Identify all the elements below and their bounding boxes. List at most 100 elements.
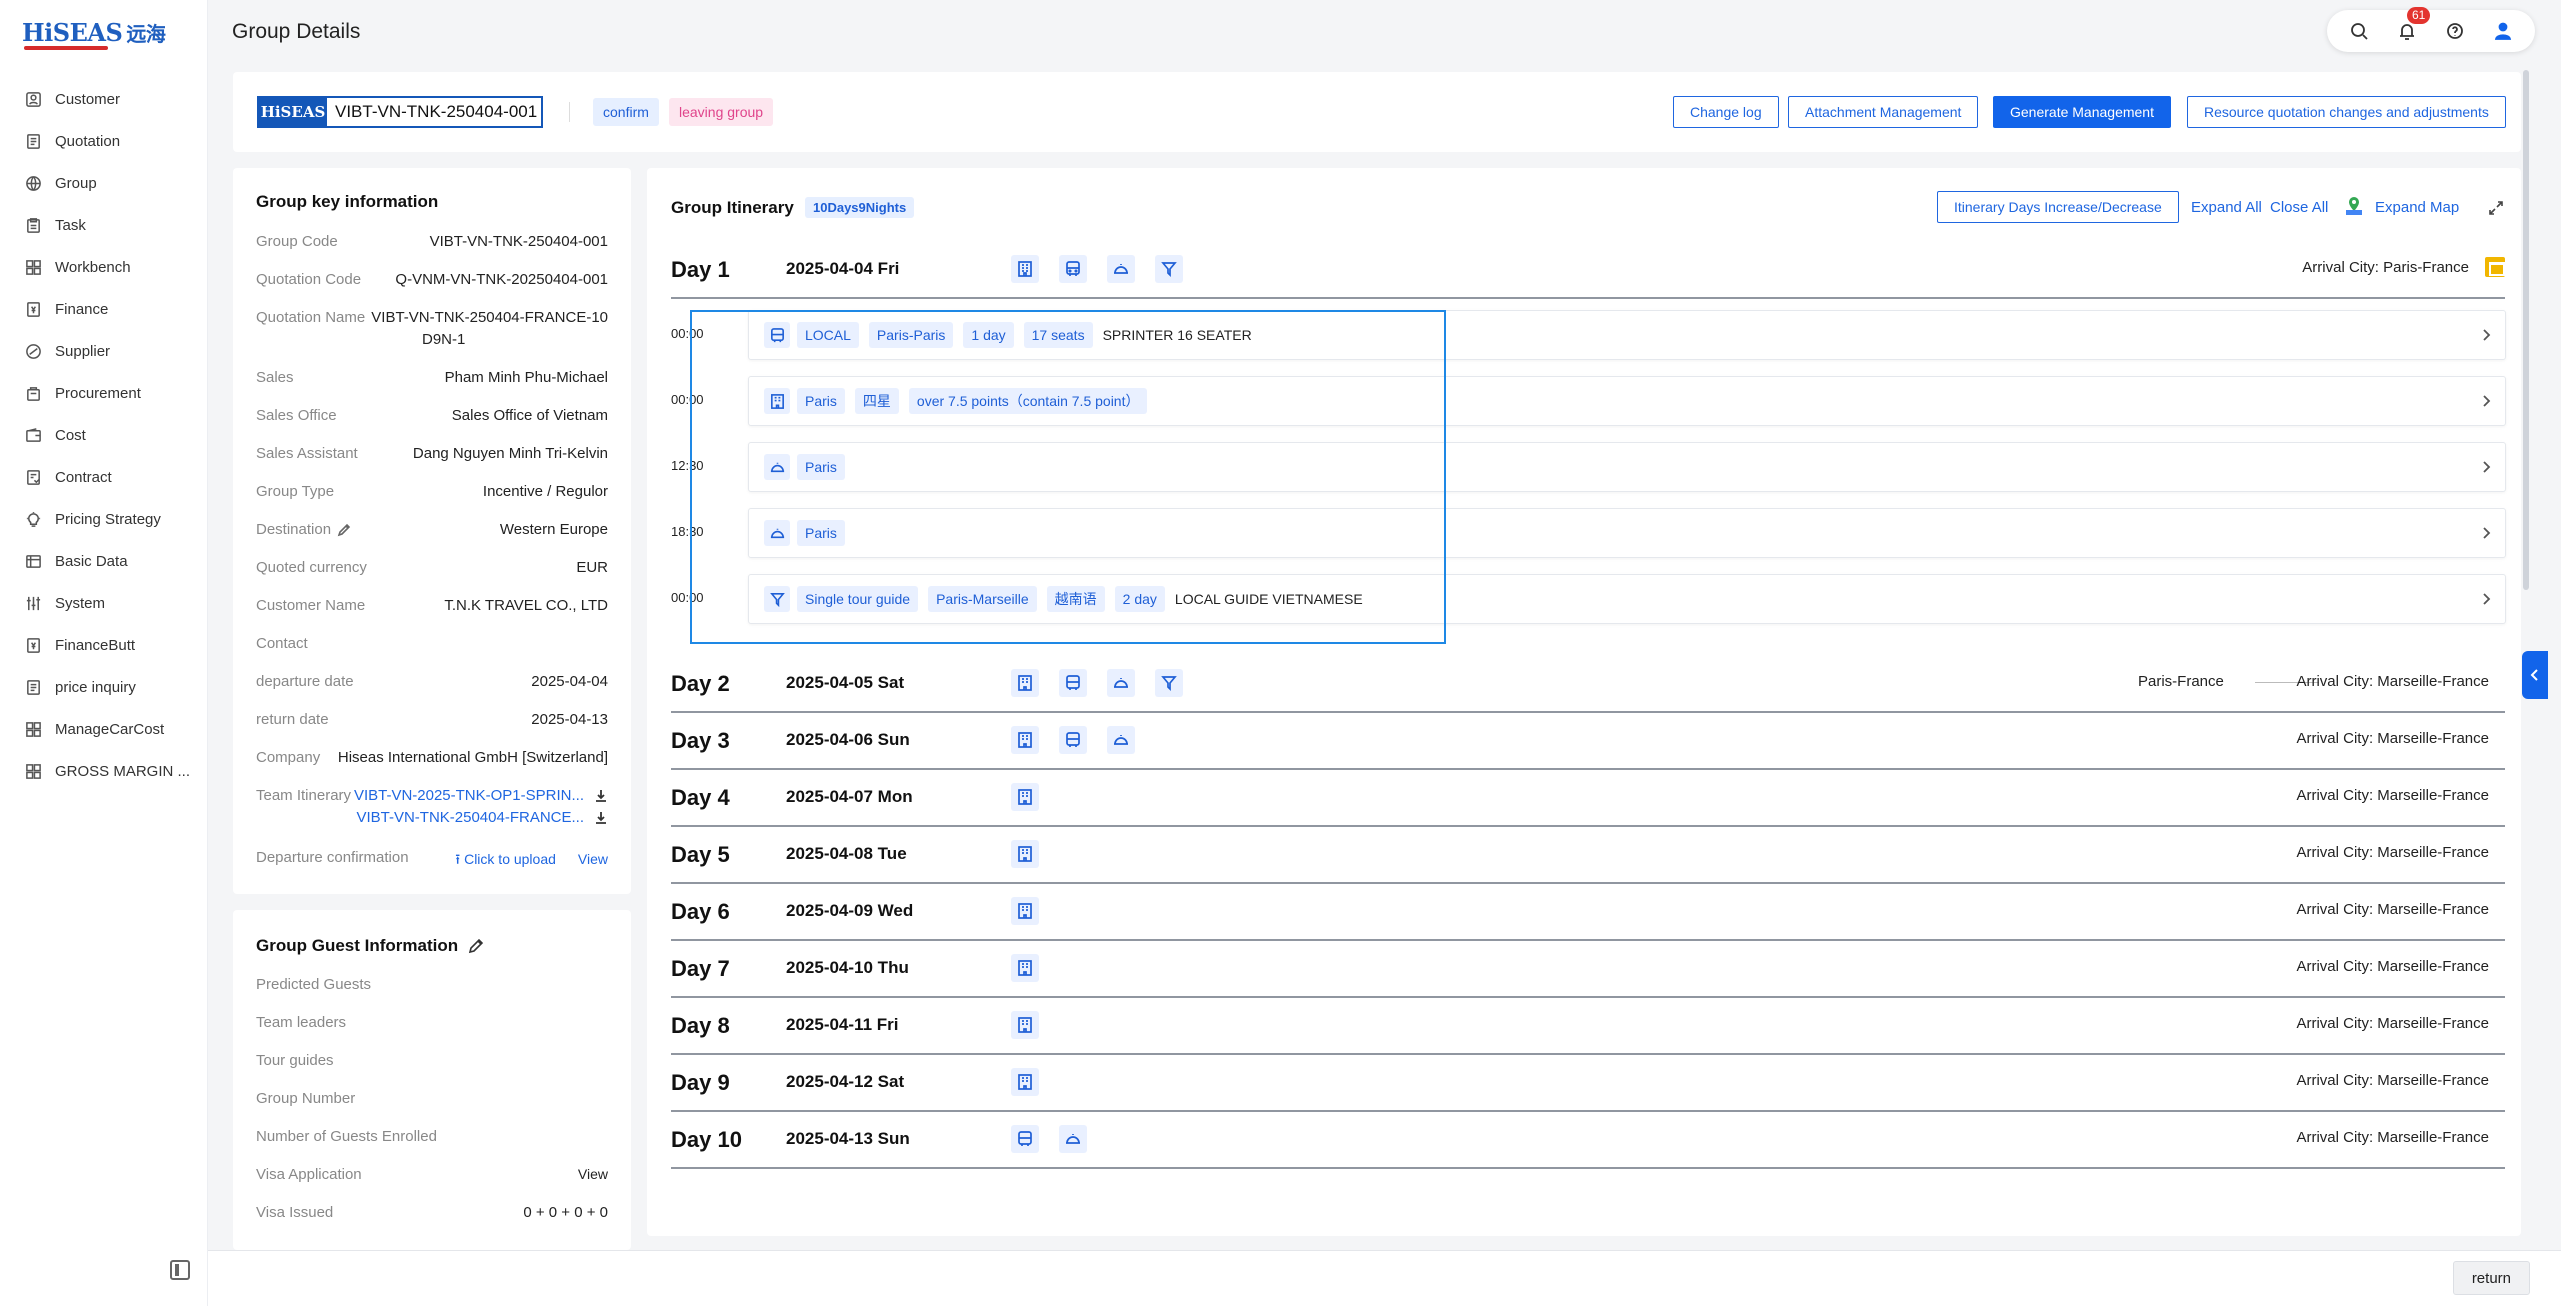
- bus-icon[interactable]: [1011, 1125, 1039, 1153]
- day-row[interactable]: Day 6 2025-04-09 Wed Arrival City: Marse…: [671, 885, 2505, 941]
- hotel-icon: [764, 388, 790, 414]
- map-icon[interactable]: [2344, 196, 2364, 216]
- hotel-icon[interactable]: [1011, 1011, 1039, 1039]
- fullscreen-icon[interactable]: [2488, 200, 2504, 216]
- service-icons: [1011, 954, 1059, 982]
- day-row[interactable]: Day 1 2025-04-04 Fri Arrival City: Paris…: [671, 243, 2505, 299]
- value: 2025-04-04: [531, 673, 608, 690]
- service-card-meal[interactable]: Paris: [748, 508, 2506, 558]
- user-avatar-icon[interactable]: [2491, 19, 2515, 43]
- value: Hiseas International GmbH [Switzerland]: [337, 749, 608, 766]
- sidebar-item-gross-margin[interactable]: GROSS MARGIN ...: [0, 750, 208, 792]
- sidebar-item-system[interactable]: System: [0, 582, 208, 624]
- attachment-management-button[interactable]: Attachment Management: [1788, 96, 1979, 128]
- sidebar-item-contract[interactable]: Contract: [0, 456, 208, 498]
- sidebar-item-managecarcost[interactable]: ManageCarCost: [0, 708, 208, 750]
- bus-icon[interactable]: [1059, 726, 1087, 754]
- chevron-right-icon[interactable]: [2477, 590, 2495, 608]
- bus-icon: [764, 322, 790, 348]
- sidebar-item-finance[interactable]: Finance: [0, 288, 208, 330]
- sidebar-item-customer[interactable]: Customer: [0, 78, 208, 120]
- meal-icon[interactable]: [1107, 726, 1135, 754]
- download-icon[interactable]: [594, 789, 608, 803]
- side-panel-toggle[interactable]: [2522, 651, 2548, 699]
- hotel-icon[interactable]: [1011, 954, 1039, 982]
- day-row[interactable]: Day 5 2025-04-08 Tue Arrival City: Marse…: [671, 828, 2505, 884]
- chevron-right-icon[interactable]: [2477, 326, 2495, 344]
- hotel-icon[interactable]: [1011, 669, 1039, 697]
- edit-icon[interactable]: [337, 523, 351, 537]
- help-icon[interactable]: [2443, 19, 2467, 43]
- sidebar-collapse-icon[interactable]: [170, 1260, 190, 1280]
- label: Company: [256, 749, 321, 766]
- sidebar-item-task[interactable]: Task: [0, 204, 208, 246]
- guide-flag-icon[interactable]: [1155, 255, 1183, 283]
- bus-icon[interactable]: [1059, 255, 1087, 283]
- hotel-icon[interactable]: [1011, 255, 1039, 283]
- change-log-button[interactable]: Change log: [1673, 96, 1779, 128]
- service-icons: [1011, 1068, 1059, 1096]
- sidebar-item-pricing-strategy[interactable]: Pricing Strategy: [0, 498, 208, 540]
- sidebar-item-cost[interactable]: Cost: [0, 414, 208, 456]
- hotel-icon[interactable]: [1011, 1068, 1039, 1096]
- arrival-city: Arrival City: Marseille-France: [2296, 787, 2489, 804]
- close-all-link[interactable]: Close All: [2270, 199, 2328, 216]
- app-logo[interactable]: HiSEAS 远海: [22, 12, 166, 52]
- label: Customer Name: [256, 597, 366, 614]
- sidebar-item-group[interactable]: Group: [0, 162, 208, 204]
- service-card-hotel[interactable]: Paris 四星 over 7.5 points（contain 7.5 point…: [748, 376, 2506, 426]
- service-card-meal[interactable]: Paris: [748, 442, 2506, 492]
- day-row[interactable]: Day 10 2025-04-13 Sun Arrival City: Mars…: [671, 1113, 2505, 1169]
- day-row[interactable]: Day 2 2025-04-05 Sat Paris-France Arriva…: [671, 657, 2505, 713]
- chip: 1 day: [963, 322, 1014, 348]
- visa-view-link[interactable]: View: [578, 1166, 608, 1182]
- sidebar-item-price-inquiry[interactable]: price inquiry: [0, 666, 208, 708]
- edit-icon[interactable]: [468, 938, 484, 954]
- generate-management-button[interactable]: Generate Management: [1993, 96, 2171, 128]
- expand-map-link[interactable]: Expand Map: [2375, 199, 2459, 216]
- day-row[interactable]: Day 7 2025-04-10 Thu Arrival City: Marse…: [671, 942, 2505, 998]
- sidebar-item-basic-data[interactable]: Basic Data: [0, 540, 208, 582]
- hotel-icon[interactable]: [1011, 726, 1039, 754]
- itinerary-file-2[interactable]: VIBT-VN-TNK-250404-FRANCE...: [356, 809, 608, 826]
- view-link[interactable]: View: [578, 851, 608, 867]
- day-row[interactable]: Day 3 2025-04-06 Sun Arrival City: Marse…: [671, 714, 2505, 770]
- upload-button[interactable]: ⭱ Click to upload: [455, 851, 556, 867]
- expand-all-link[interactable]: Expand All: [2191, 199, 2262, 216]
- guide-flag-icon[interactable]: [1155, 669, 1183, 697]
- meal-icon[interactable]: [1059, 1125, 1087, 1153]
- hotel-icon[interactable]: [1011, 783, 1039, 811]
- service-text: LOCAL GUIDE VIETNAMESE: [1174, 591, 1363, 607]
- service-card-transport[interactable]: LOCAL Paris-Paris 1 day 17 seats SPRINTER 16…: [748, 310, 2506, 360]
- sidebar-item-procurement[interactable]: Procurement: [0, 372, 208, 414]
- sidebar-item-quotation[interactable]: Quotation: [0, 120, 208, 162]
- download-icon[interactable]: [594, 811, 608, 825]
- sidebar-item-workbench[interactable]: Workbench: [0, 246, 208, 288]
- return-button[interactable]: return: [2452, 1261, 2530, 1295]
- itinerary-file-1[interactable]: VIBT-VN-2025-TNK-OP1-SPRIN...: [354, 787, 608, 804]
- bus-icon[interactable]: [1059, 669, 1087, 697]
- meal-icon[interactable]: [1107, 669, 1135, 697]
- chip: LOCAL: [797, 322, 859, 348]
- sidebar-item-supplier[interactable]: Supplier: [0, 330, 208, 372]
- chevron-right-icon[interactable]: [2477, 392, 2495, 410]
- sidebar-item-financebutt[interactable]: FinanceButt: [0, 624, 208, 666]
- hotel-icon[interactable]: [1011, 840, 1039, 868]
- vertical-scrollbar[interactable]: [2523, 70, 2529, 590]
- service-time: 18:30: [671, 524, 704, 539]
- bell-icon[interactable]: 61: [2395, 7, 2431, 43]
- chevron-right-icon[interactable]: [2477, 524, 2495, 542]
- chevron-right-icon[interactable]: [2477, 458, 2495, 476]
- search-icon[interactable]: [2347, 19, 2371, 43]
- meal-icon[interactable]: [1107, 255, 1135, 283]
- itinerary-days-button[interactable]: Itinerary Days Increase/Decrease: [1937, 191, 2179, 223]
- service-icons: [1011, 783, 1059, 811]
- day-row[interactable]: Day 9 2025-04-12 Sat Arrival City: Marse…: [671, 1056, 2505, 1112]
- day-row[interactable]: Day 4 2025-04-07 Mon Arrival City: Marse…: [671, 771, 2505, 827]
- service-card-guide[interactable]: Single tour guide Paris-Marseille 越南语 2 day…: [748, 574, 2506, 624]
- day-row[interactable]: Day 8 2025-04-11 Fri Arrival City: Marse…: [671, 999, 2505, 1055]
- chip: 17 seats: [1023, 322, 1093, 348]
- resource-quotation-button[interactable]: Resource quotation changes and adjustmen…: [2187, 96, 2506, 128]
- hotel-icon[interactable]: [1011, 897, 1039, 925]
- calendar-icon[interactable]: [2485, 257, 2505, 277]
